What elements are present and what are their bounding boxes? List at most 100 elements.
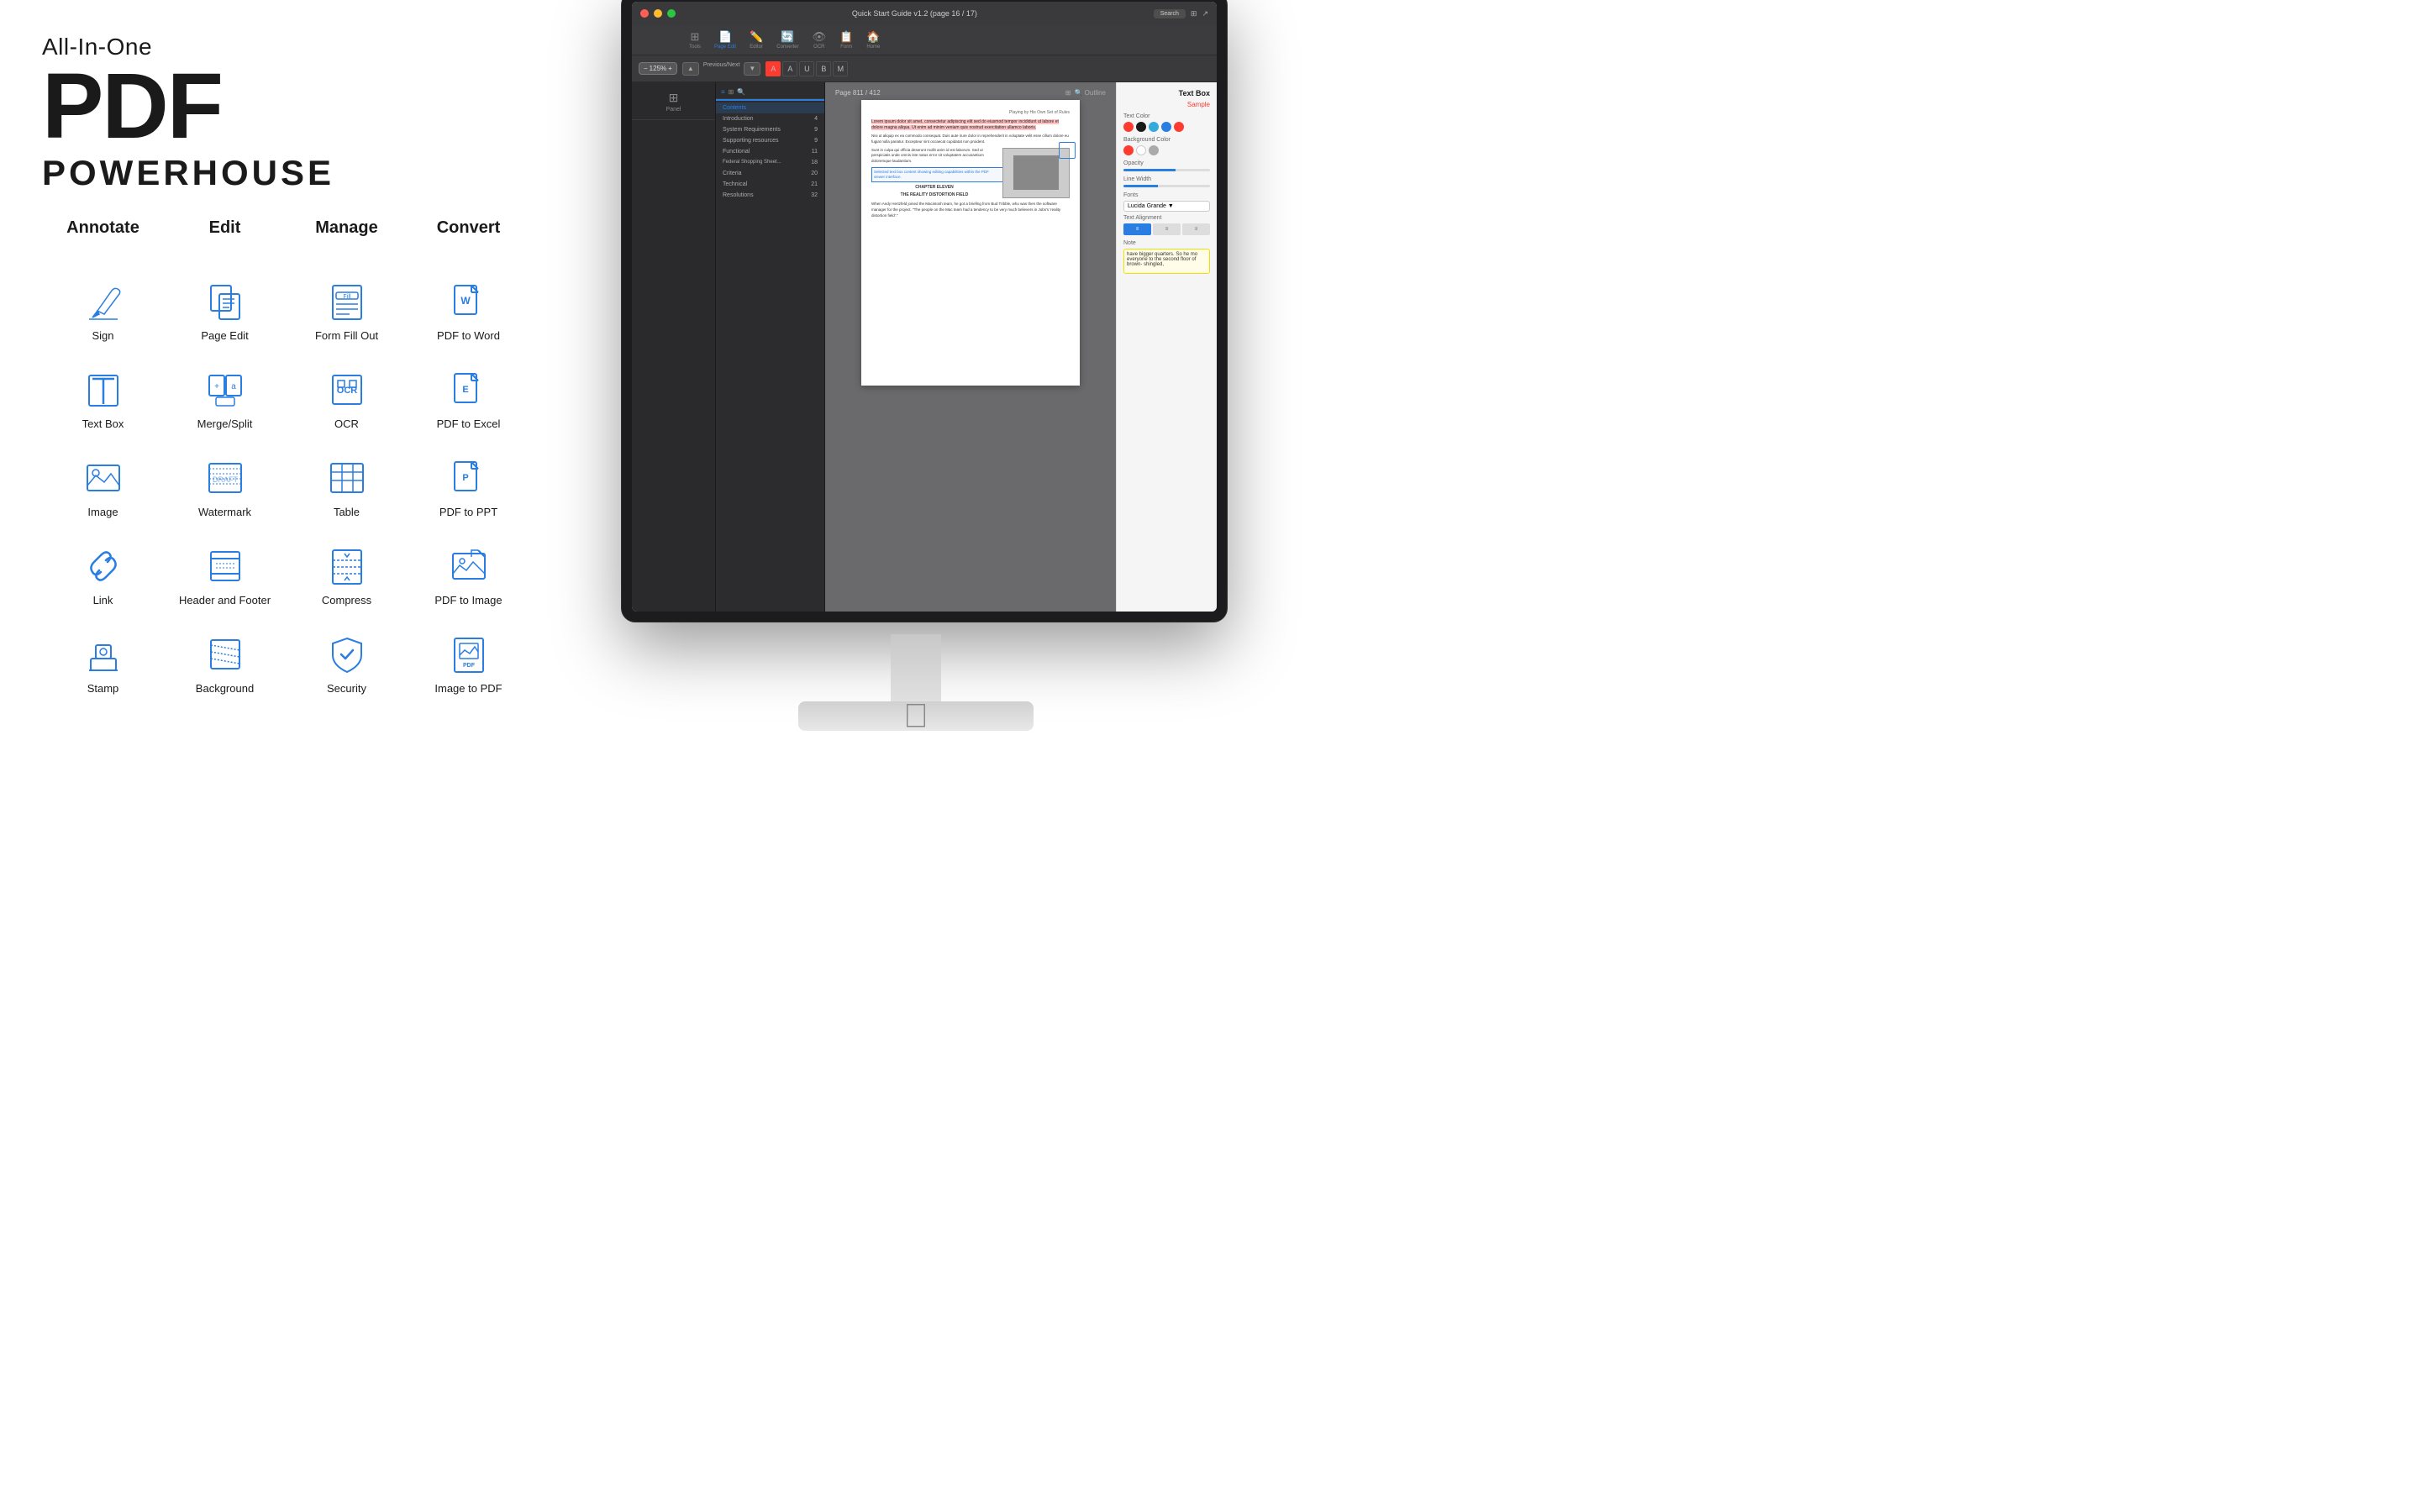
toc-item-resolutions[interactable]: Resolutions 32 <box>716 190 824 201</box>
color-accent[interactable] <box>1161 122 1171 132</box>
tab-home[interactable]: 🏠 Home <box>860 30 886 50</box>
svg-text:E: E <box>462 385 468 395</box>
toc-item-functional[interactable]: Functional 11 <box>716 146 824 157</box>
share-btn[interactable]: ↗ <box>1202 9 1208 18</box>
traffic-light-zoom[interactable] <box>667 9 676 18</box>
align-center-btn[interactable]: ≡ <box>1153 223 1181 235</box>
traffic-light-minimize[interactable] <box>654 9 662 18</box>
zoom-in-icon[interactable]: + <box>668 65 672 72</box>
converter-icon: 🔄 <box>781 30 794 44</box>
highlight-red-btn[interactable]: A <box>765 61 781 76</box>
tab-ocr[interactable]: 👁 OCR <box>806 30 834 50</box>
prev-page-btn[interactable]: ▲ <box>682 62 699 76</box>
color-red2[interactable] <box>1174 122 1184 132</box>
color-red[interactable] <box>1123 122 1134 132</box>
opacity-slider[interactable] <box>1123 169 1210 171</box>
form-fill-icon: Fill <box>324 278 370 324</box>
stamp-icon <box>80 631 126 677</box>
toc-item-technical[interactable]: Technical 21 <box>716 179 824 190</box>
color-black[interactable] <box>1136 122 1146 132</box>
icon-page-edit[interactable]: Page Edit <box>164 271 286 355</box>
bold-btn[interactable]: B <box>816 61 831 76</box>
tab-editor[interactable]: ✏️ Editor <box>743 30 770 50</box>
screen-inner: Quick Start Guide v1.2 (page 16 / 17) Se… <box>632 2 1217 612</box>
icon-watermark[interactable]: DRAFT Watermark <box>164 448 286 532</box>
icon-sign[interactable]: Sign <box>42 271 164 355</box>
align-right-btn[interactable]: ≡ <box>1182 223 1210 235</box>
text-align-row: ≡ ≡ ≡ <box>1123 223 1210 235</box>
toc-item-sysreq[interactable]: System Requirements 9 <box>716 124 824 135</box>
icon-stamp[interactable]: Stamp <box>42 624 164 708</box>
icon-table[interactable]: Table <box>286 448 408 532</box>
fonts-select[interactable]: Lucida Grande ▼ <box>1123 201 1210 212</box>
icon-image[interactable]: Image <box>42 448 164 532</box>
zoom-out-icon[interactable]: − <box>644 65 648 72</box>
mac-stand-base:  <box>798 701 1034 731</box>
underline-btn[interactable]: U <box>799 61 814 76</box>
icon-pdf-to-image[interactable]: PDF to Image <box>408 536 529 620</box>
icon-merge-split[interactable]: + a Merge/Split <box>164 360 286 444</box>
form-icon: 📋 <box>839 30 853 44</box>
viewer-toolbar: Page 811 / 412 ⊞ 🔍 Outline <box>832 89 1109 97</box>
icon-pdf-to-word[interactable]: W PDF to Word <box>408 271 529 355</box>
zoom-control[interactable]: − 125% + <box>639 62 677 75</box>
traffic-light-close[interactable] <box>640 9 649 18</box>
viewer-tools: ⊞ 🔍 Outline <box>1065 89 1106 97</box>
svg-text:+: + <box>214 382 219 391</box>
note-area[interactable]: have bigger quarters. So he mo everyone … <box>1123 249 1210 274</box>
tab-converter[interactable]: 🔄 Converter <box>770 30 805 50</box>
image-label: Image <box>87 506 118 518</box>
toc-item-support[interactable]: Supporting resources 9 <box>716 135 824 146</box>
color-blue[interactable] <box>1149 122 1159 132</box>
next-page-btn[interactable]: ▼ <box>744 62 760 76</box>
category-edit: Edit <box>164 218 286 255</box>
icon-compress[interactable]: Compress <box>286 536 408 620</box>
icon-background[interactable]: Background <box>164 624 286 708</box>
left-sidebar: ⊞ Panel <box>632 82 716 612</box>
toc-item-intro[interactable]: Introduction 4 <box>716 113 824 124</box>
tab-tools[interactable]: ⊞ Tools <box>682 30 708 50</box>
header-footer-icon <box>202 543 248 589</box>
icon-text-box[interactable]: Text Box <box>42 360 164 444</box>
toc-list-btn[interactable]: ≡ <box>721 88 725 96</box>
icon-pdf-to-ppt[interactable]: P PDF to PPT <box>408 448 529 532</box>
toc-item-contents[interactable]: Contents <box>716 102 824 113</box>
icon-pdf-to-excel[interactable]: E PDF to Excel <box>408 360 529 444</box>
bg-color-gray[interactable] <box>1149 145 1159 155</box>
icon-ocr[interactable]: OCR OCR <box>286 360 408 444</box>
zoom-fit-btn[interactable]: ⊞ <box>1065 89 1071 97</box>
toc-item-federal[interactable]: Federal Shopping Sheet... 18 <box>716 157 824 168</box>
tab-page-edit[interactable]: 📄 Page Edit <box>708 30 743 50</box>
icon-image-to-pdf[interactable]: PDF Image to PDF <box>408 624 529 708</box>
pdf-to-excel-label: PDF to Excel <box>437 417 501 430</box>
icon-form-fill[interactable]: Fill Form Fill Out <box>286 271 408 355</box>
toc-search-btn[interactable]: 🔍 <box>737 88 745 96</box>
bg-color-row <box>1123 145 1210 155</box>
page-display-btn[interactable]: ⊞ <box>1191 9 1197 18</box>
left-content: All-In-One PDF POWERHOUSE Annotate Edit … <box>0 0 571 756</box>
toc-thumb-btn[interactable]: ⊞ <box>729 88 734 96</box>
tab-form[interactable]: 📋 Form <box>833 30 860 50</box>
icon-security[interactable]: Security <box>286 624 408 708</box>
note-label: Note <box>1123 240 1210 246</box>
svg-text:P: P <box>462 473 468 483</box>
line-width-slider[interactable] <box>1123 185 1210 187</box>
bg-color-red[interactable] <box>1123 145 1134 155</box>
pdf-to-word-icon: W <box>445 278 492 324</box>
marker-btn[interactable]: M <box>833 61 848 76</box>
search-doc-btn[interactable]: 🔍 Outline <box>1074 89 1106 97</box>
compress-icon <box>324 543 370 589</box>
bg-color-white[interactable] <box>1136 145 1146 155</box>
svg-text:W: W <box>460 295 471 307</box>
sidebar-panel-btn[interactable]: ⊞ Panel <box>632 86 715 118</box>
category-edit-label: Edit <box>209 218 241 238</box>
align-left-btn[interactable]: ≡ <box>1123 223 1151 235</box>
security-icon <box>324 631 370 677</box>
search-bar[interactable]: Search <box>1154 9 1186 18</box>
toc-item-criteria[interactable]: Criteria 20 <box>716 168 824 179</box>
text-color-btn[interactable]: A <box>782 61 797 76</box>
bg-color-label: Background Color <box>1123 137 1210 143</box>
sign-icon <box>80 278 126 324</box>
icon-header-footer[interactable]: Header and Footer <box>164 536 286 620</box>
icon-link[interactable]: Link <box>42 536 164 620</box>
